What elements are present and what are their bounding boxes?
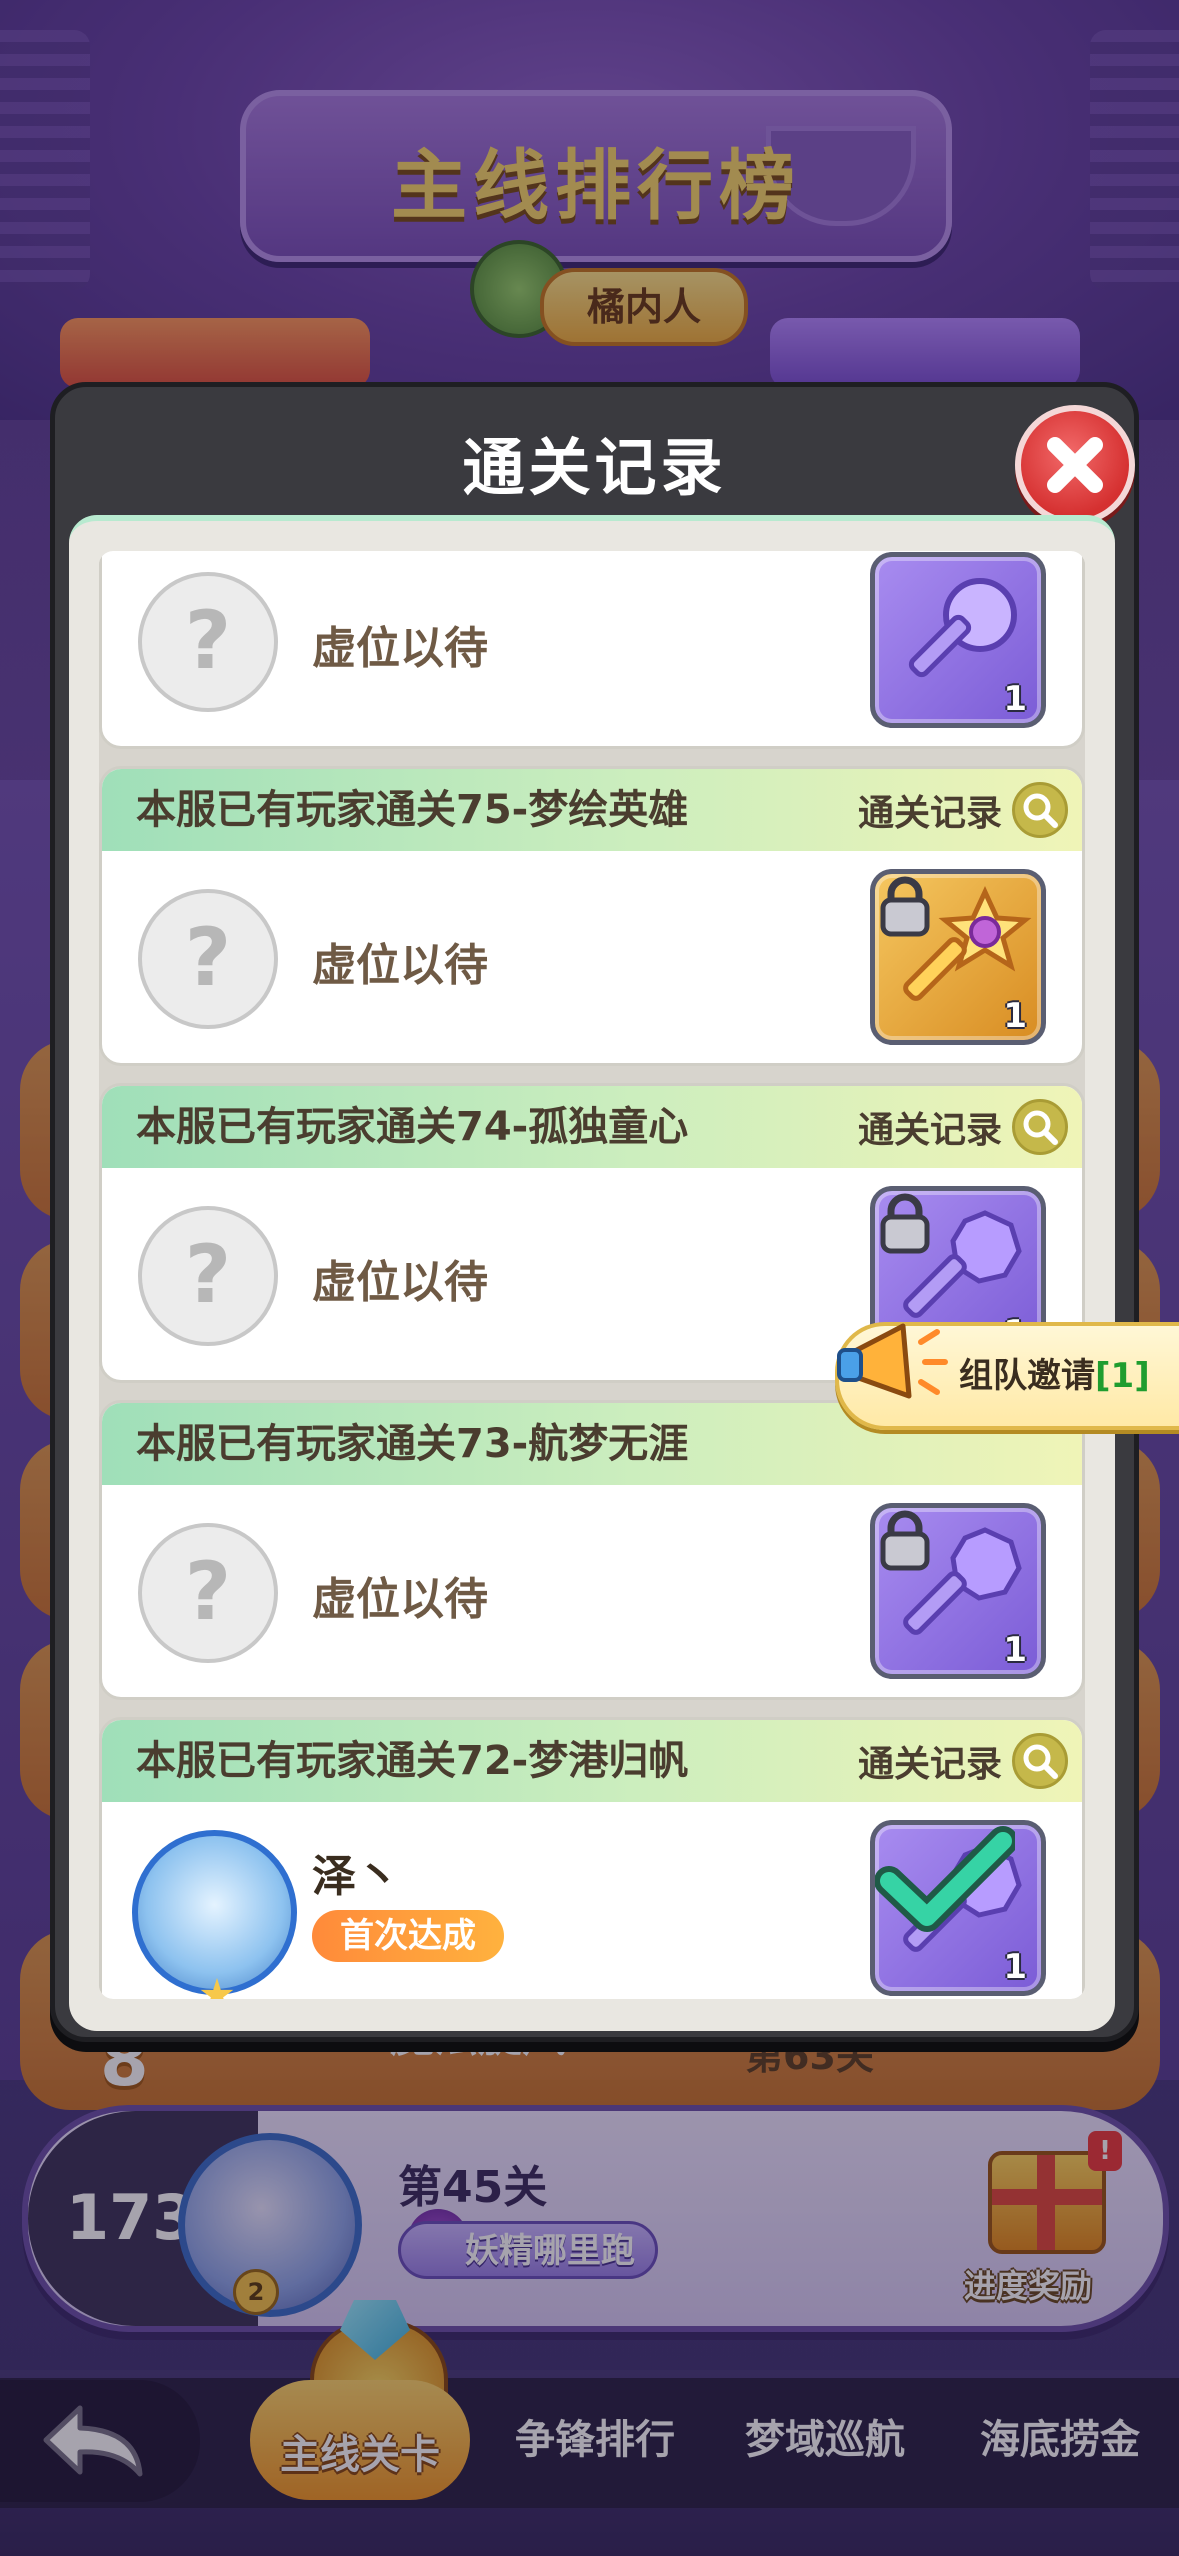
record-header: 本服已有玩家通关74-孤独童心 通关记录 — [102, 1086, 1082, 1168]
key-count: 1 — [1003, 1630, 1027, 1670]
record-title: 本服已有玩家通关73-航梦无涯 — [136, 1421, 689, 1467]
search-icon — [1012, 1099, 1068, 1155]
record-card: 本服已有玩家通关73-航梦无涯 ? 虚位以待 1 — [99, 1400, 1085, 1700]
modal-body: ? 虚位以待 1 本服已有玩家通关75-梦绘英雄 通关记录 ? 虚位以待 1 本… — [69, 515, 1115, 2031]
record-status: 虚位以待 — [312, 1574, 488, 1625]
search-icon — [1012, 1733, 1068, 1789]
record-card: 本服已有玩家通关75-梦绘英雄 通关记录 ? 虚位以待 1 — [99, 766, 1085, 1066]
modal-title: 通关记录 — [462, 431, 727, 504]
player-avatar[interactable] — [132, 1830, 297, 1995]
view-record-label: 通关记录 — [857, 1744, 1002, 1785]
key-count: 1 — [1003, 679, 1027, 719]
key-count: 1 — [1003, 996, 1027, 1036]
reward-key-tile[interactable]: 1 — [870, 1820, 1046, 1996]
lock-icon — [880, 1510, 930, 1571]
check-icon — [875, 1826, 1015, 1932]
record-title: 本服已有玩家通关72-梦港归帆 — [136, 1738, 689, 1784]
record-card: 本服已有玩家通关72-梦港归帆 通关记录 泽丶 首次达成 1 — [99, 1717, 1085, 1999]
record-title: 本服已有玩家通关75-梦绘英雄 — [136, 787, 689, 833]
first-clear-badge: 首次达成 — [312, 1910, 504, 1962]
record-card: ? 虚位以待 1 — [99, 551, 1085, 749]
team-invite-button[interactable]: 组队邀请[1] — [835, 1322, 1179, 1430]
team-invite-label: 组队邀请[1] — [959, 1356, 1150, 1396]
view-record-label: 通关记录 — [857, 793, 1002, 834]
clear-record-modal: 通关记录 ? 虚位以待 1 本服已有玩家通关75-梦绘英雄 通关记录 ? 虚位以… — [50, 382, 1139, 2042]
view-record-link[interactable]: 通关记录 — [858, 1732, 1068, 1790]
placeholder-avatar: ? — [138, 572, 278, 712]
reward-key-tile[interactable]: 1 — [870, 552, 1046, 728]
record-list[interactable]: ? 虚位以待 1 本服已有玩家通关75-梦绘英雄 通关记录 ? 虚位以待 1 本… — [99, 551, 1085, 1999]
view-record-link[interactable]: 通关记录 — [858, 1098, 1068, 1156]
placeholder-avatar: ? — [138, 1206, 278, 1346]
placeholder-avatar: ? — [138, 1523, 278, 1663]
lock-icon — [880, 1193, 930, 1254]
player-name: 泽丶 — [312, 1851, 400, 1902]
reward-key-tile[interactable]: 1 — [870, 869, 1046, 1045]
view-record-label: 通关记录 — [857, 1110, 1002, 1151]
close-icon — [1047, 437, 1103, 493]
record-status: 虚位以待 — [312, 1257, 488, 1308]
record-header: 本服已有玩家通关72-梦港归帆 通关记录 — [102, 1720, 1082, 1802]
record-status: 虚位以待 — [312, 940, 488, 991]
record-status: 虚位以待 — [312, 623, 488, 674]
key-count: 1 — [1003, 1947, 1027, 1987]
placeholder-avatar: ? — [138, 889, 278, 1029]
record-title: 本服已有玩家通关74-孤独童心 — [136, 1104, 689, 1150]
search-icon — [1012, 782, 1068, 838]
team-invite-count: [1] — [1095, 1356, 1150, 1396]
lock-icon — [880, 876, 930, 937]
record-header: 本服已有玩家通关75-梦绘英雄 通关记录 — [102, 769, 1082, 851]
reward-key-tile[interactable]: 1 — [870, 1503, 1046, 1679]
megaphone-icon — [837, 1323, 948, 1399]
view-record-link[interactable]: 通关记录 — [858, 781, 1068, 839]
close-button[interactable] — [1015, 405, 1135, 525]
